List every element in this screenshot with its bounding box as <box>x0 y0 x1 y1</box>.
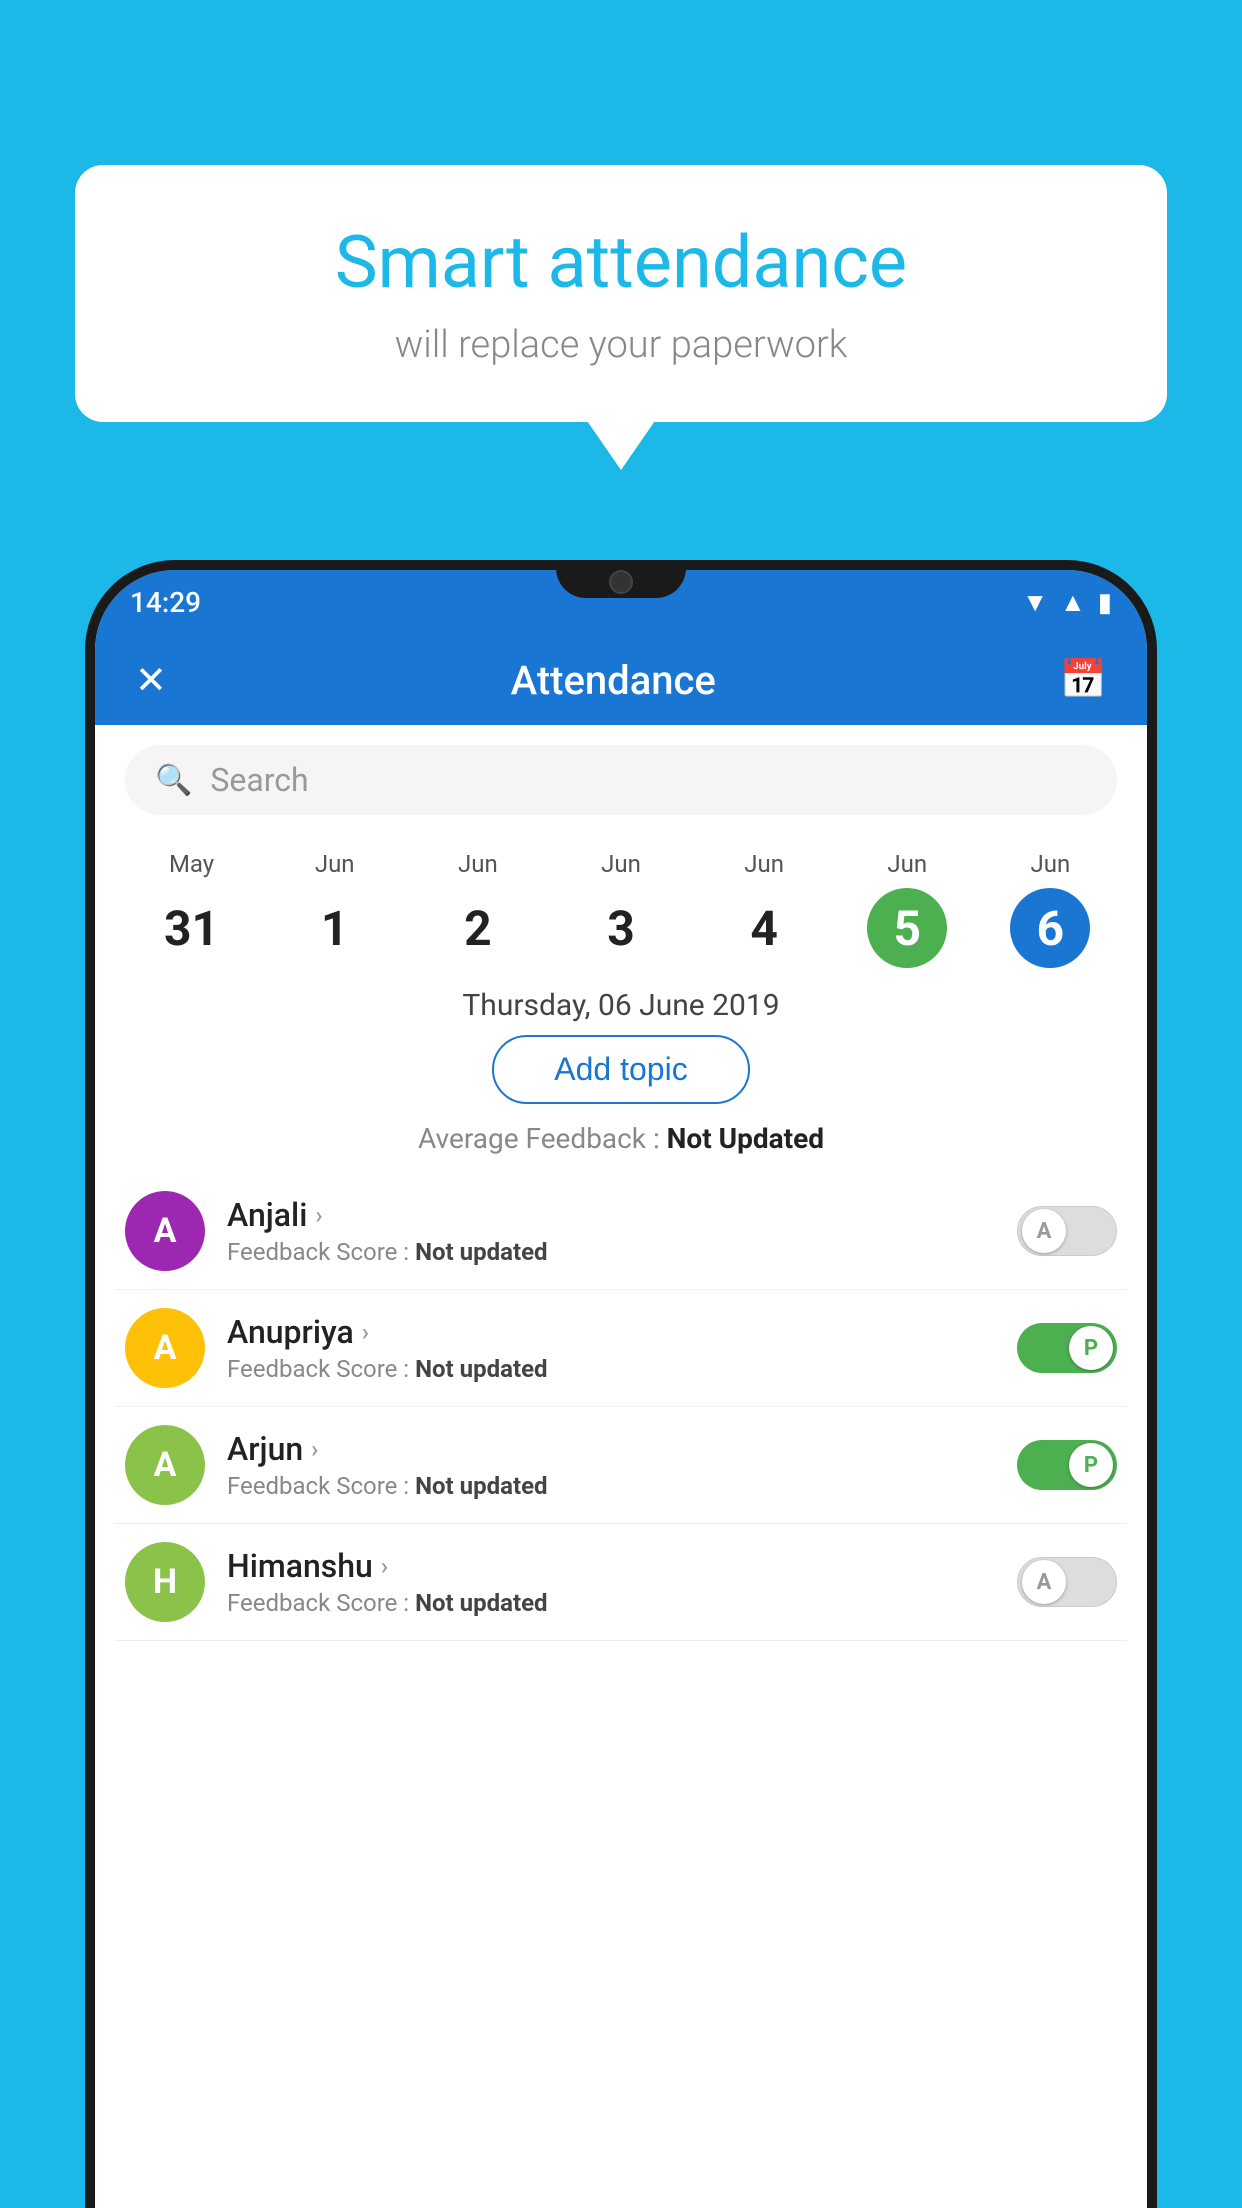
avatar: H <box>125 1542 205 1622</box>
app-bar-title: Attendance <box>511 657 716 704</box>
cal-day-number[interactable]: 3 <box>581 888 661 968</box>
toggle-knob: P <box>1069 1443 1113 1487</box>
toggle-knob: A <box>1022 1560 1066 1604</box>
student-feedback: Feedback Score : Not updated <box>227 1355 995 1383</box>
toggle-knob: A <box>1022 1209 1066 1253</box>
student-item[interactable]: H Himanshu › Feedback Score : Not updated A <box>115 1524 1127 1641</box>
avg-feedback: Average Feedback : Not Updated <box>95 1122 1147 1155</box>
status-icons: ▼ ▲ ▮ <box>1022 587 1112 618</box>
status-time: 14:29 <box>130 586 201 619</box>
student-feedback: Feedback Score : Not updated <box>227 1238 995 1266</box>
phone-notch <box>556 560 686 598</box>
search-placeholder: Search <box>210 761 308 799</box>
student-list: AAnjali ›Feedback Score : Not updatedAAA… <box>95 1173 1147 1641</box>
cal-day-number[interactable]: 6 <box>1010 888 1090 968</box>
cal-month-label: Jun <box>1031 850 1071 878</box>
calendar-day[interactable]: Jun 6 <box>1005 850 1095 968</box>
avatar: A <box>125 1425 205 1505</box>
attendance-toggle[interactable]: A <box>1017 1206 1117 1256</box>
student-feedback: Feedback Score : Not updated <box>227 1589 995 1617</box>
toggle-switch[interactable]: P <box>1017 1440 1117 1490</box>
chevron-right-icon: › <box>315 1201 322 1229</box>
speech-bubble: Smart attendance will replace your paper… <box>75 165 1167 422</box>
toggle-switch[interactable]: A <box>1017 1206 1117 1256</box>
cal-day-number[interactable]: 2 <box>438 888 518 968</box>
student-info: Anjali › Feedback Score : Not updated <box>227 1196 995 1266</box>
cal-month-label: Jun <box>887 850 927 878</box>
attendance-toggle[interactable]: P <box>1017 1440 1117 1490</box>
cal-day-number[interactable]: 1 <box>295 888 375 968</box>
date-label: Thursday, 06 June 2019 <box>95 988 1147 1023</box>
avatar: A <box>125 1308 205 1388</box>
cal-day-number[interactable]: 31 <box>152 888 232 968</box>
toggle-switch[interactable]: P <box>1017 1323 1117 1373</box>
calendar-day[interactable]: Jun 2 <box>433 850 523 968</box>
student-name: Arjun › <box>227 1430 995 1468</box>
chevron-right-icon: › <box>381 1552 388 1580</box>
cal-month-label: Jun <box>458 850 498 878</box>
phone-camera <box>609 570 633 594</box>
phone-frame: 14:29 ▼ ▲ ▮ ✕ Attendance 📅 🔍 Search May 3… <box>85 560 1157 2208</box>
cal-day-number[interactable]: 4 <box>724 888 804 968</box>
cal-month-label: May <box>169 850 214 878</box>
bubble-subtitle: will replace your paperwork <box>135 323 1107 367</box>
toggle-switch[interactable]: A <box>1017 1557 1117 1607</box>
student-info: Arjun › Feedback Score : Not updated <box>227 1430 995 1500</box>
avatar: A <box>125 1191 205 1271</box>
bubble-title: Smart attendance <box>135 220 1107 305</box>
student-item[interactable]: A Anjali › Feedback Score : Not updated A <box>115 1173 1127 1290</box>
chevron-right-icon: › <box>362 1318 369 1346</box>
calendar-strip: May 31 Jun 1 Jun 2 Jun 3 Jun 4 Jun 5 Jun 6 <box>95 835 1147 968</box>
wifi-icon: ▼ <box>1022 587 1048 618</box>
app-bar: ✕ Attendance 📅 <box>95 635 1147 725</box>
attendance-toggle[interactable]: A <box>1017 1557 1117 1607</box>
cal-day-number[interactable]: 5 <box>867 888 947 968</box>
search-bar[interactable]: 🔍 Search <box>125 745 1117 815</box>
calendar-day[interactable]: Jun 3 <box>576 850 666 968</box>
battery-icon: ▮ <box>1098 588 1112 618</box>
cal-month-label: Jun <box>315 850 355 878</box>
calendar-day[interactable]: Jun 5 <box>862 850 952 968</box>
attendance-toggle[interactable]: P <box>1017 1323 1117 1373</box>
calendar-day[interactable]: Jun 1 <box>290 850 380 968</box>
student-name: Anjali › <box>227 1196 995 1234</box>
calendar-day[interactable]: May 31 <box>147 850 237 968</box>
cal-month-label: Jun <box>601 850 641 878</box>
cal-month-label: Jun <box>744 850 784 878</box>
signal-icon: ▲ <box>1060 587 1086 618</box>
student-item[interactable]: A Anupriya › Feedback Score : Not updated P <box>115 1290 1127 1407</box>
chevron-right-icon: › <box>311 1435 318 1463</box>
student-info: Himanshu › Feedback Score : Not updated <box>227 1547 995 1617</box>
toggle-knob: P <box>1069 1326 1113 1370</box>
calendar-day[interactable]: Jun 4 <box>719 850 809 968</box>
calendar-icon[interactable]: 📅 <box>1060 658 1107 702</box>
student-name: Himanshu › <box>227 1547 995 1585</box>
student-item[interactable]: A Arjun › Feedback Score : Not updated P <box>115 1407 1127 1524</box>
student-info: Anupriya › Feedback Score : Not updated <box>227 1313 995 1383</box>
student-feedback: Feedback Score : Not updated <box>227 1472 995 1500</box>
close-icon[interactable]: ✕ <box>135 658 167 703</box>
search-icon: 🔍 <box>155 763 192 798</box>
phone-screen: 14:29 ▼ ▲ ▮ ✕ Attendance 📅 🔍 Search May 3… <box>95 570 1147 2208</box>
add-topic-button[interactable]: Add topic <box>492 1035 749 1104</box>
student-name: Anupriya › <box>227 1313 995 1351</box>
